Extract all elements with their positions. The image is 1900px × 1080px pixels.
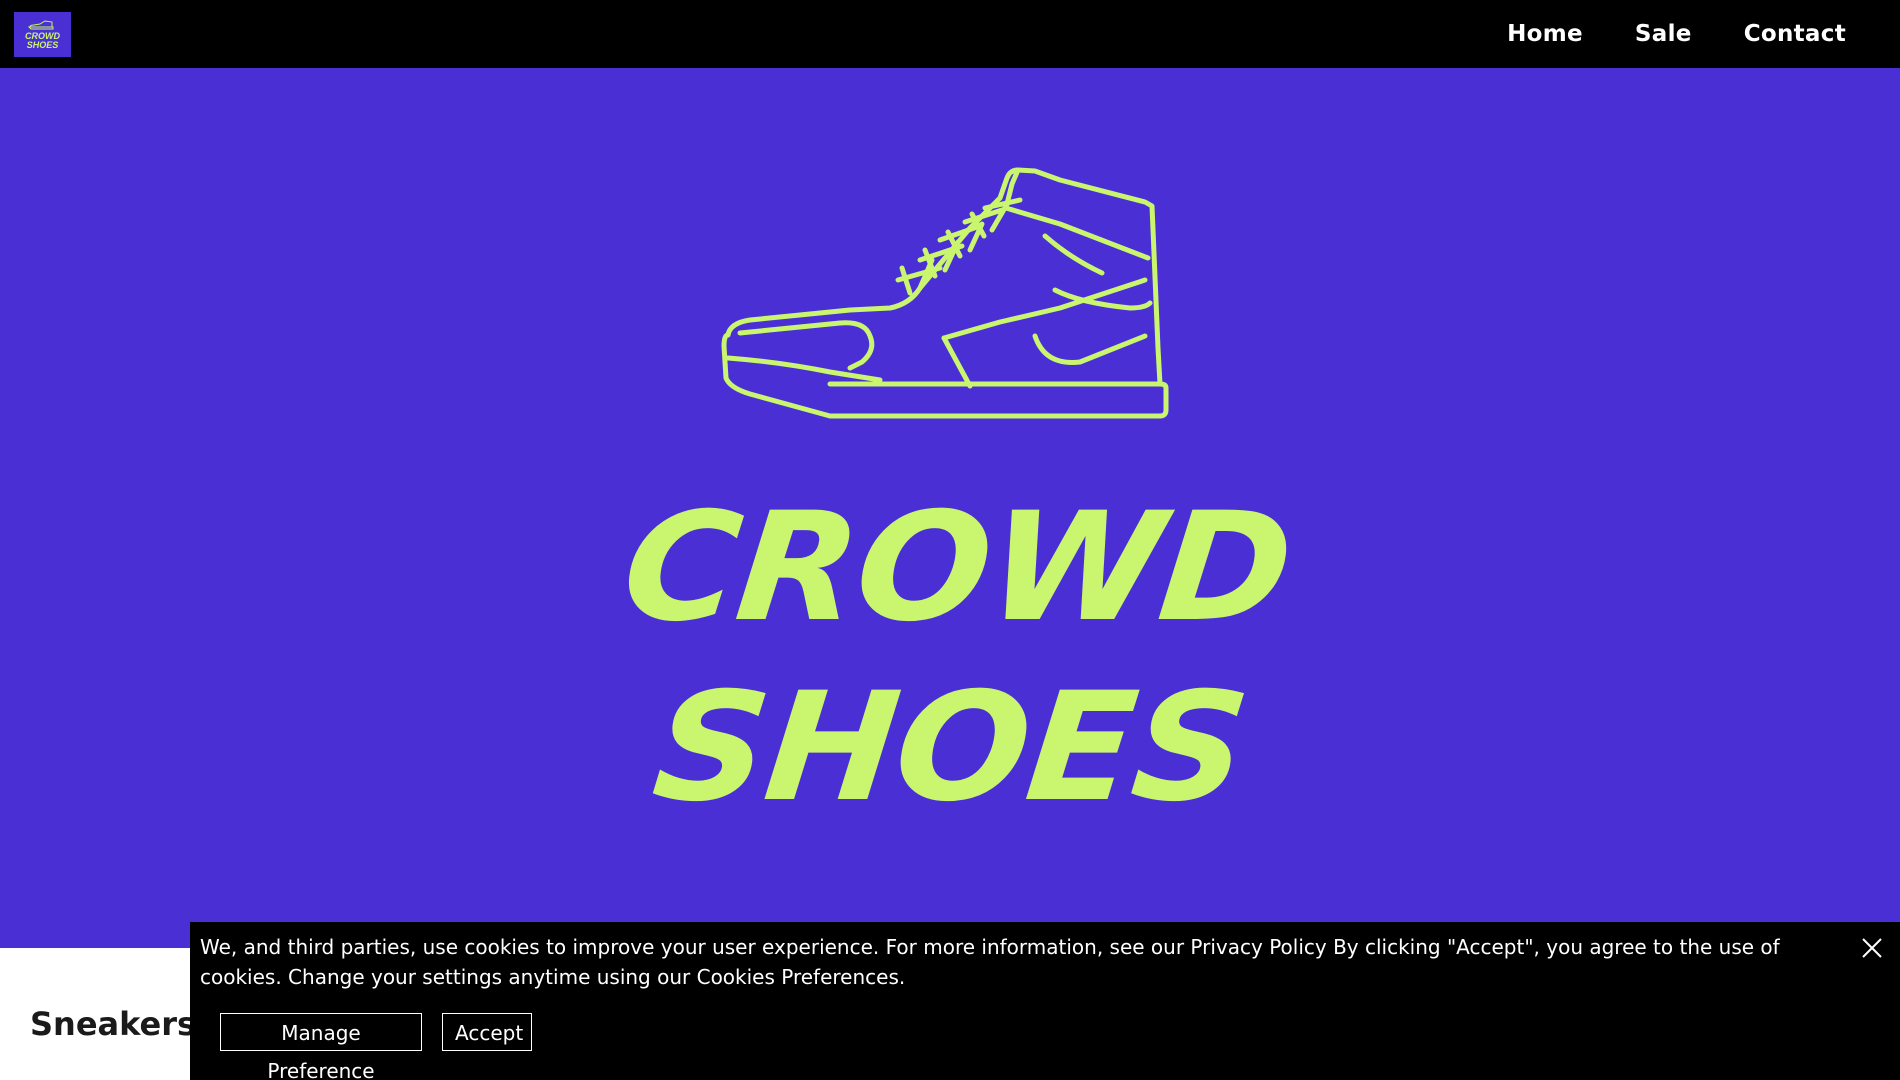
nav-home[interactable]: Home bbox=[1507, 21, 1583, 47]
site-header: CROWD SHOES Home Sale Contact bbox=[0, 0, 1900, 68]
logo-text-line2: SHOES bbox=[26, 39, 59, 50]
manage-preference-button[interactable]: Manage Preference bbox=[220, 1013, 422, 1080]
accept-cookies-button[interactable]: Accept bbox=[442, 1013, 532, 1051]
sneaker-illustration-icon bbox=[721, 167, 1169, 419]
hero-brand-line2: SHOES bbox=[646, 661, 1254, 835]
sneaker-icon bbox=[27, 19, 53, 29]
main-nav: Home Sale Contact bbox=[1507, 0, 1900, 68]
hero-brand-line1: CROWD bbox=[615, 481, 1299, 655]
site-logo[interactable]: CROWD SHOES bbox=[14, 12, 71, 57]
nav-contact[interactable]: Contact bbox=[1744, 21, 1846, 47]
page: CROWD SHOES Home Sale Contact CROWD SHOE… bbox=[0, 0, 1900, 1080]
cookie-banner: We, and third parties, use cookies to im… bbox=[190, 922, 1900, 1080]
close-icon[interactable] bbox=[1858, 934, 1886, 962]
hero-banner: CROWD SHOES bbox=[0, 68, 1900, 948]
nav-sale[interactable]: Sale bbox=[1635, 21, 1692, 47]
hero-logo: CROWD SHOES bbox=[615, 118, 1298, 838]
section-title-sneakers: Sneakers bbox=[30, 1005, 197, 1043]
cookie-banner-text: We, and third parties, use cookies to im… bbox=[200, 935, 1780, 989]
